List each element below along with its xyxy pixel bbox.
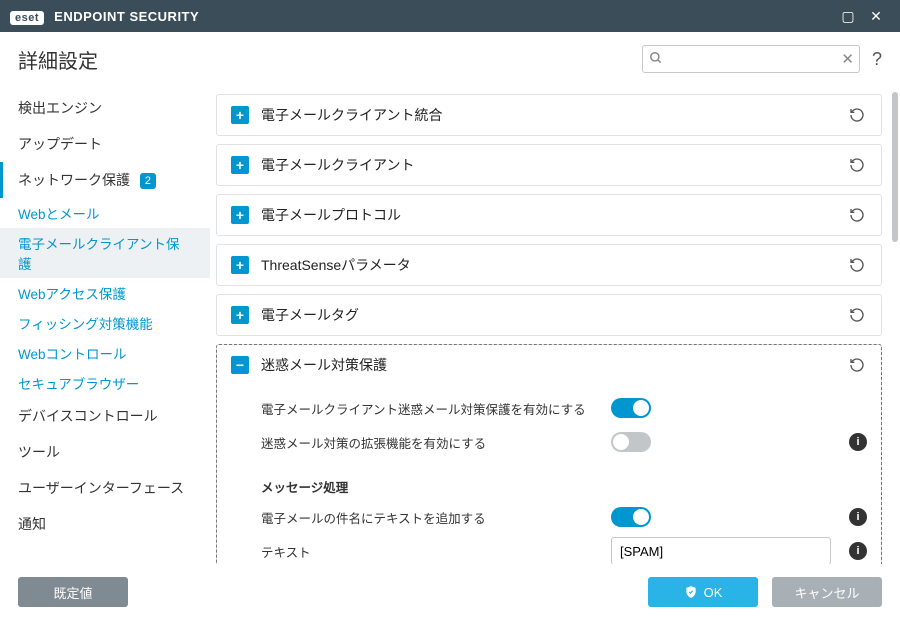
subheading-message-processing: メッセージ処理 [261,459,867,500]
sidebar-item-detection-engine[interactable]: 検出エンジン [0,90,210,126]
sidebar-sub-web-control[interactable]: Webコントロール [0,338,210,368]
section-title: 電子メールタグ [261,305,359,325]
main-panel: + 電子メールクライアント統合 + 電子メールクライアント [210,86,900,564]
info-icon[interactable]: i [849,542,867,560]
section-head[interactable]: + 電子メールプロトコル [217,195,881,235]
defaults-button[interactable]: 既定値 [18,577,128,607]
scrollbar-thumb[interactable] [892,92,898,242]
sidebar-sub-web-access-protection[interactable]: Webアクセス保護 [0,278,210,308]
revert-icon[interactable] [847,355,867,375]
expand-icon: + [231,106,249,124]
row-subject-text: テキスト i [261,534,867,564]
info-icon[interactable]: i [849,433,867,451]
section-head[interactable]: + 電子メールタグ [217,295,881,335]
info-icon[interactable]: i [849,508,867,526]
section-email-client-integration: + 電子メールクライアント統合 [216,94,882,136]
section-head[interactable]: − 迷惑メール対策保護 [217,345,881,385]
section-title: 電子メールプロトコル [261,205,401,225]
revert-icon[interactable] [847,305,867,325]
sidebar-item-device-control[interactable]: デバイスコントロール [0,398,210,434]
sidebar-item-network-protection[interactable]: ネットワーク保護 2 [0,162,210,198]
search-input[interactable] [642,45,860,73]
search-icon [649,51,663,65]
ok-button[interactable]: OK [648,577,758,607]
row-label: テキスト [261,542,611,561]
window-maximize-icon[interactable]: ▢ [834,8,862,25]
expand-icon: + [231,206,249,224]
sidebar-item-user-interface[interactable]: ユーザーインターフェース [0,470,210,506]
product-name: ENDPOINT SECURITY [54,9,199,24]
expand-icon: + [231,306,249,324]
section-body: 電子メールクライアント迷惑メール対策保護を有効にする 迷惑メール対策の拡張機能を… [217,385,881,564]
sidebar-item-tools[interactable]: ツール [0,434,210,470]
search-clear-icon[interactable]: ✕ [841,50,854,68]
sidebar-sub-secure-browser[interactable]: セキュアブラウザー [0,368,210,398]
product-brand: eset ENDPOINT SECURITY [10,9,199,24]
page-title: 詳細設定 [18,45,98,74]
ok-label: OK [704,585,723,600]
subject-text-input[interactable] [611,537,831,564]
expand-icon: + [231,256,249,274]
section-antispam-protection: − 迷惑メール対策保護 電子メールクライアント迷惑メール対策保護を有効にする 迷… [216,344,882,564]
section-email-tags: + 電子メールタグ [216,294,882,336]
toggle-add-text-to-subject[interactable] [611,507,651,527]
expand-icon: + [231,156,249,174]
row-label: 電子メールクライアント迷惑メール対策保護を有効にする [261,399,611,418]
section-title: 迷惑メール対策保護 [261,355,387,375]
brand-badge: eset [10,11,44,25]
help-icon[interactable]: ? [872,49,882,70]
sidebar: 検出エンジン アップデート ネットワーク保護 2 Webとメール 電子メールクラ… [0,86,210,564]
section-title: 電子メールクライアント統合 [261,105,442,125]
window-close-icon[interactable]: ✕ [862,8,890,25]
section-email-clients: + 電子メールクライアント [216,144,882,186]
section-threatsense-params: + ThreatSenseパラメータ [216,244,882,286]
toggle-enable-antispam-advanced[interactable] [611,432,651,452]
sidebar-item-label: ネットワーク保護 [18,172,130,188]
footer: 既定値 OK キャンセル [0,564,900,620]
row-label: 電子メールの件名にテキストを追加する [261,508,611,527]
row-enable-client-antispam: 電子メールクライアント迷惑メール対策保護を有効にする [261,391,867,425]
shield-check-icon [684,585,698,599]
section-head[interactable]: + ThreatSenseパラメータ [217,245,881,285]
toggle-enable-client-antispam[interactable] [611,398,651,418]
sidebar-badge: 2 [140,173,156,189]
section-head[interactable]: + 電子メールクライアント [217,145,881,185]
search-box: ✕ [642,45,860,73]
section-title: ThreatSenseパラメータ [261,255,411,275]
section-email-protocols: + 電子メールプロトコル [216,194,882,236]
row-add-text-to-subject: 電子メールの件名にテキストを追加する i [261,500,867,534]
row-label: 迷惑メール対策の拡張機能を有効にする [261,433,611,452]
sidebar-item-notifications[interactable]: 通知 [0,506,210,542]
sidebar-sub-antiphishing[interactable]: フィッシング対策機能 [0,308,210,338]
section-head[interactable]: + 電子メールクライアント統合 [217,95,881,135]
sidebar-sub-web-and-email[interactable]: Webとメール [0,198,210,228]
section-title: 電子メールクライアント [261,155,414,175]
header: 詳細設定 ✕ ? [0,32,900,86]
revert-icon[interactable] [847,155,867,175]
titlebar: eset ENDPOINT SECURITY ▢ ✕ [0,0,900,32]
sidebar-item-update[interactable]: アップデート [0,126,210,162]
revert-icon[interactable] [847,205,867,225]
cancel-button[interactable]: キャンセル [772,577,882,607]
revert-icon[interactable] [847,255,867,275]
sidebar-sub-email-client-protection[interactable]: 電子メールクライアント保護 [0,228,210,278]
row-enable-antispam-advanced: 迷惑メール対策の拡張機能を有効にする i [261,425,867,459]
revert-icon[interactable] [847,105,867,125]
row-subheading: メッセージ処理 [261,477,348,496]
collapse-icon: − [231,356,249,374]
